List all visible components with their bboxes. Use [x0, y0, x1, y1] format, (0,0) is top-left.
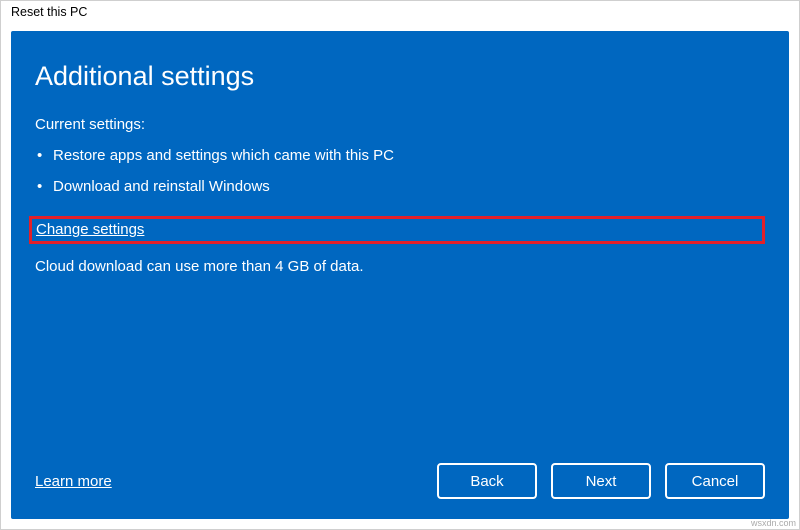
- current-settings-list: Restore apps and settings which came wit…: [35, 141, 765, 202]
- button-row: Back Next Cancel: [437, 463, 765, 499]
- page-heading: Additional settings: [35, 61, 765, 92]
- content-pane: Additional settings Current settings: Re…: [11, 31, 789, 519]
- list-item: Restore apps and settings which came wit…: [35, 141, 765, 172]
- window-title-bar: Reset this PC: [1, 1, 799, 29]
- change-settings-link[interactable]: Change settings: [36, 221, 144, 238]
- window-title: Reset this PC: [11, 5, 87, 19]
- list-item: Download and reinstall Windows: [35, 172, 765, 203]
- change-settings-highlight: Change settings: [29, 216, 765, 244]
- cloud-download-note: Cloud download can use more than 4 GB of…: [35, 258, 765, 275]
- watermark-text: wsxdn.com: [751, 518, 796, 528]
- reset-pc-window: Reset this PC Additional settings Curren…: [0, 0, 800, 530]
- cancel-button[interactable]: Cancel: [665, 463, 765, 499]
- current-settings-label: Current settings:: [35, 116, 765, 133]
- learn-more-link[interactable]: Learn more: [35, 473, 112, 490]
- next-button[interactable]: Next: [551, 463, 651, 499]
- footer-bar: Learn more Back Next Cancel: [35, 443, 765, 499]
- back-button[interactable]: Back: [437, 463, 537, 499]
